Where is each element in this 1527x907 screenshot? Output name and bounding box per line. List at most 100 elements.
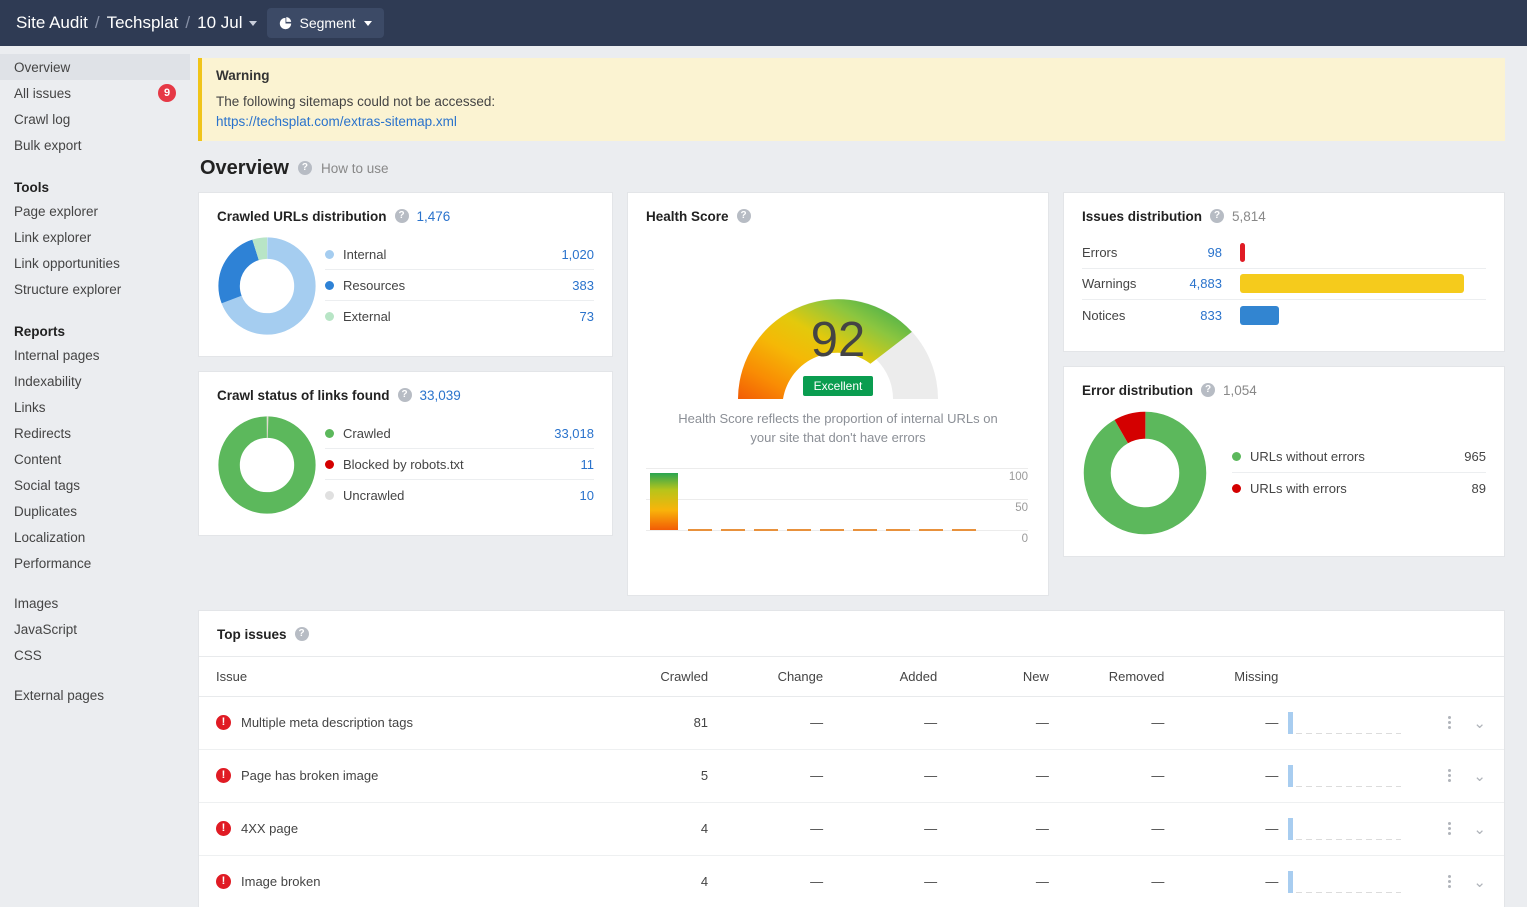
issue-label[interactable]: 4XX page xyxy=(241,821,298,836)
sidebar-item-redirects[interactable]: Redirects xyxy=(0,420,190,446)
column-header-added[interactable]: Added xyxy=(823,656,937,696)
health-score-rating-label: Excellent xyxy=(803,376,874,396)
sidebar-item-label: Social tags xyxy=(14,478,80,493)
chevron-down-icon[interactable]: ⌄ xyxy=(1473,767,1486,785)
column-header-new[interactable]: New xyxy=(937,656,1049,696)
row-menu-icon[interactable] xyxy=(1439,875,1459,888)
issue-label[interactable]: Page has broken image xyxy=(241,768,378,783)
column-header-removed[interactable]: Removed xyxy=(1049,656,1164,696)
breadcrumb-separator-2: / xyxy=(185,13,190,33)
breadcrumb-project[interactable]: Techsplat xyxy=(107,13,179,33)
sidebar-item-link-opportunities[interactable]: Link opportunities xyxy=(0,250,190,276)
sidebar-item-social-tags[interactable]: Social tags xyxy=(0,472,190,498)
column-header-issue[interactable]: Issue xyxy=(199,656,597,696)
help-icon[interactable]: ? xyxy=(1210,209,1224,223)
error-icon: ! xyxy=(216,715,231,730)
sidebar-item-localization[interactable]: Localization xyxy=(0,524,190,550)
legend-item[interactable]: Uncrawled 10 xyxy=(325,480,594,511)
help-icon[interactable]: ? xyxy=(737,209,751,223)
issues-row-notices[interactable]: Notices 833 xyxy=(1082,300,1486,331)
row-menu-icon[interactable] xyxy=(1439,769,1459,782)
column-header-change[interactable]: Change xyxy=(708,656,823,696)
column-header-crawled[interactable]: Crawled xyxy=(597,656,708,696)
chevron-down-icon[interactable]: ⌄ xyxy=(1473,820,1486,838)
sidebar-item-crawl-log[interactable]: Crawl log xyxy=(0,106,190,132)
row-menu-icon[interactable] xyxy=(1439,822,1459,835)
sidebar-item-css[interactable]: CSS xyxy=(0,642,190,668)
sidebar-item-indexability[interactable]: Indexability xyxy=(0,368,190,394)
legend-value: 89 xyxy=(1472,481,1486,496)
legend-item[interactable]: Internal 1,020 xyxy=(325,239,594,270)
trend-sparkline xyxy=(1278,763,1408,789)
sidebar-item-duplicates[interactable]: Duplicates xyxy=(0,498,190,524)
sidebar-heading-reports: Reports xyxy=(0,312,190,342)
sidebar-item-external-pages[interactable]: External pages xyxy=(0,682,190,708)
error-distribution-donut-chart xyxy=(1082,410,1208,536)
column-header-actions xyxy=(1426,656,1504,696)
trend-sparkline xyxy=(1278,710,1408,736)
legend-item[interactable]: URLs without errors 965 xyxy=(1232,442,1486,473)
segment-button[interactable]: Segment xyxy=(267,8,384,38)
chevron-down-icon[interactable]: ⌄ xyxy=(1473,714,1486,732)
legend-item[interactable]: Blocked by robots.txt 11 xyxy=(325,449,594,480)
legend-item[interactable]: Resources 383 xyxy=(325,270,594,301)
cell-change: — xyxy=(708,696,823,749)
table-row[interactable]: ! Page has broken image 5 — — — — — xyxy=(199,749,1504,802)
breadcrumb-site-audit[interactable]: Site Audit xyxy=(16,13,88,33)
cell-added: — xyxy=(823,696,937,749)
cell-actions: ⌄ xyxy=(1426,855,1504,907)
issues-row-errors[interactable]: Errors 98 xyxy=(1082,238,1486,269)
sidebar-item-bulk-export[interactable]: Bulk export xyxy=(0,132,190,158)
sidebar-item-label: CSS xyxy=(14,648,42,663)
help-icon[interactable]: ? xyxy=(298,161,312,175)
sidebar-divider-1 xyxy=(0,576,190,590)
issues-row-warnings[interactable]: Warnings 4,883 xyxy=(1082,269,1486,300)
issue-label[interactable]: Image broken xyxy=(241,874,321,889)
cell-trend xyxy=(1278,802,1425,855)
sidebar-item-label: Crawl log xyxy=(14,112,70,127)
cell-added: — xyxy=(823,855,937,907)
sidebar-item-link-explorer[interactable]: Link explorer xyxy=(0,224,190,250)
help-icon[interactable]: ? xyxy=(1201,383,1215,397)
sidebar-item-content[interactable]: Content xyxy=(0,446,190,472)
sidebar-item-label: Bulk export xyxy=(14,138,82,153)
table-row[interactable]: ! Image broken 4 — — — — — xyxy=(199,855,1504,907)
sidebar-item-javascript[interactable]: JavaScript xyxy=(0,616,190,642)
cell-trend xyxy=(1278,855,1425,907)
sidebar-item-page-explorer[interactable]: Page explorer xyxy=(0,198,190,224)
table-row[interactable]: ! Multiple meta description tags 81 — — … xyxy=(199,696,1504,749)
sidebar-item-performance[interactable]: Performance xyxy=(0,550,190,576)
warning-sitemap-link[interactable]: https://techsplat.com/extras-sitemap.xml xyxy=(216,114,457,129)
table-row[interactable]: ! 4XX page 4 — — — — — xyxy=(199,802,1504,855)
breadcrumb: Site Audit / Techsplat / 10 Jul xyxy=(16,13,257,33)
card-title-label: Error distribution xyxy=(1082,383,1193,398)
help-icon[interactable]: ? xyxy=(398,388,412,402)
column-header-missing[interactable]: Missing xyxy=(1164,656,1278,696)
sidebar-item-images[interactable]: Images xyxy=(0,590,190,616)
sidebar-heading-tools: Tools xyxy=(0,168,190,198)
sidebar-item-overview[interactable]: Overview xyxy=(0,54,190,80)
overview-section-header: Overview ? How to use xyxy=(200,157,1505,180)
cell-removed: — xyxy=(1049,749,1164,802)
row-menu-icon[interactable] xyxy=(1439,716,1459,729)
health-score-description: Health Score reflects the proportion of … xyxy=(628,404,1048,460)
sidebar-item-structure-explorer[interactable]: Structure explorer xyxy=(0,276,190,302)
breadcrumb-date-dropdown[interactable]: 10 Jul xyxy=(197,13,256,33)
sidebar-item-all-issues[interactable]: All issues 9 xyxy=(0,80,190,106)
legend-item[interactable]: Crawled 33,018 xyxy=(325,418,594,449)
trend-bar xyxy=(1288,712,1293,734)
cell-added: — xyxy=(823,802,937,855)
warning-title: Warning xyxy=(216,68,1491,83)
issues-row-label: Warnings xyxy=(1082,276,1168,291)
history-bar-current[interactable] xyxy=(650,473,678,530)
legend-item[interactable]: URLs with errors 89 xyxy=(1232,473,1486,504)
sidebar-item-links[interactable]: Links xyxy=(0,394,190,420)
help-icon[interactable]: ? xyxy=(295,627,309,641)
cell-actions: ⌄ xyxy=(1426,749,1504,802)
help-icon[interactable]: ? xyxy=(395,209,409,223)
sidebar-item-internal-pages[interactable]: Internal pages xyxy=(0,342,190,368)
chevron-down-icon[interactable]: ⌄ xyxy=(1473,873,1486,891)
legend-item[interactable]: External 73 xyxy=(325,301,594,332)
issue-label[interactable]: Multiple meta description tags xyxy=(241,715,413,730)
how-to-use-link[interactable]: How to use xyxy=(321,161,389,176)
